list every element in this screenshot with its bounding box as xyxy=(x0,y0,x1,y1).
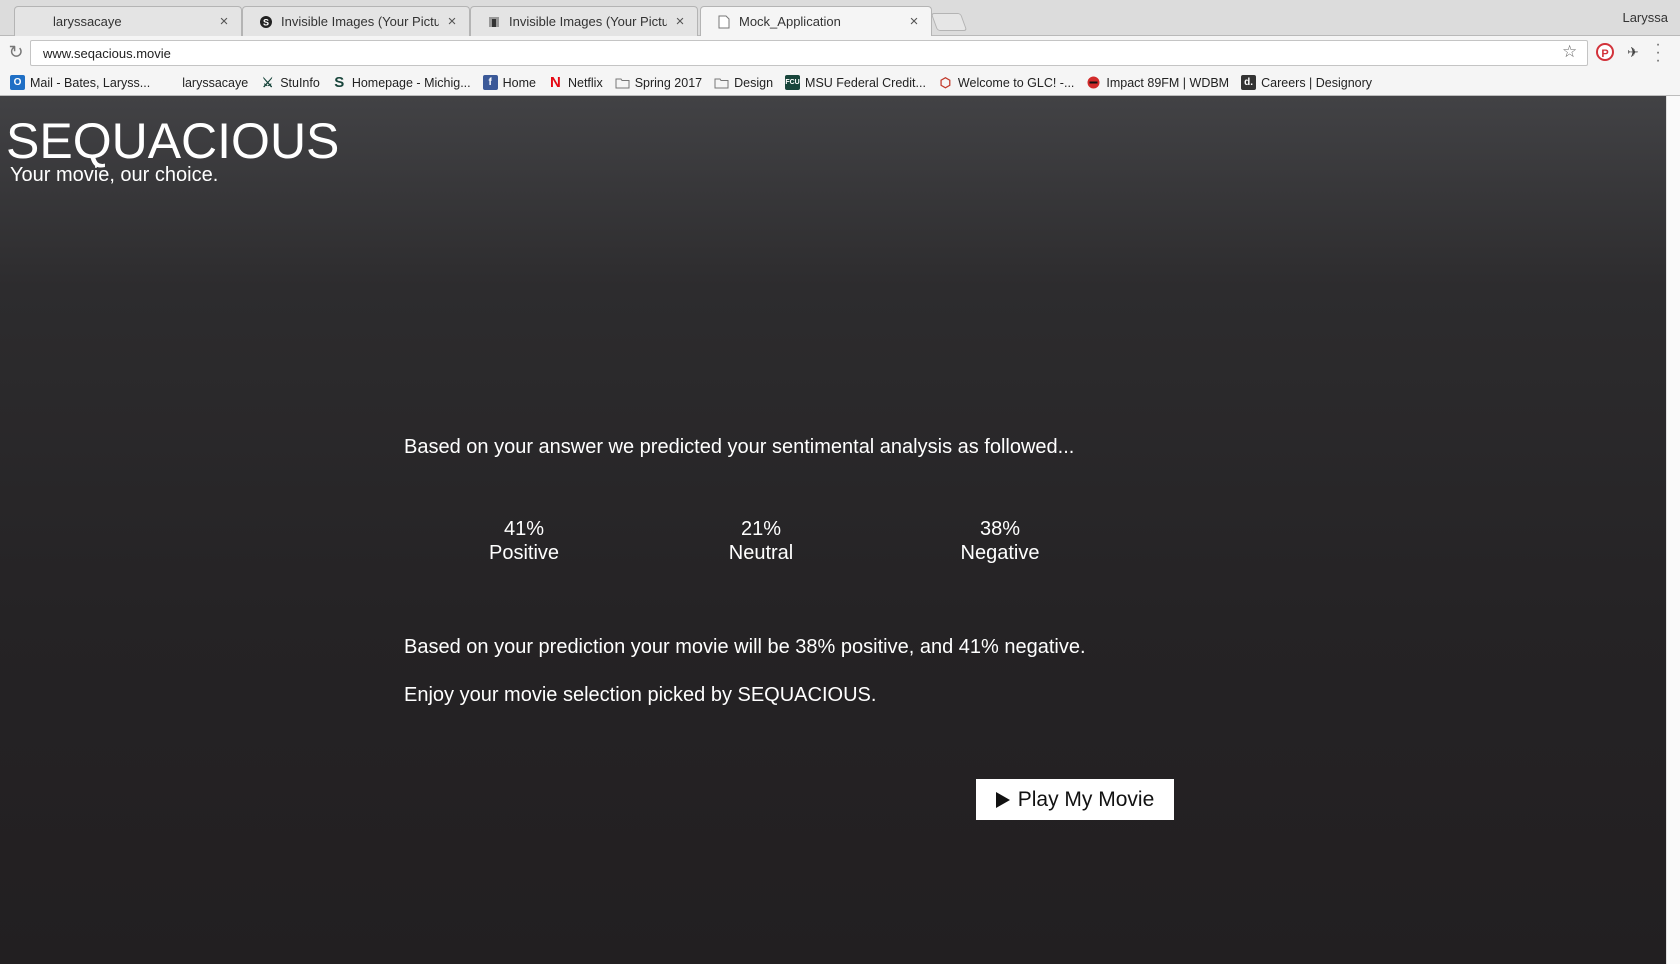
tab-title: laryssacaye xyxy=(53,14,122,29)
stat-neutral: 21% Neutral xyxy=(661,517,861,565)
bookmark-welcome-glc[interactable]: ⬡ Welcome to GLC! -... xyxy=(938,74,1075,90)
bookmark-design[interactable]: Design xyxy=(714,75,773,90)
stat-negative: 38% Negative xyxy=(900,517,1100,565)
statue-icon xyxy=(487,15,501,29)
bookmark-label: Spring 2017 xyxy=(634,75,703,90)
close-icon[interactable]: × xyxy=(217,13,231,30)
glc-icon: ⬡ xyxy=(939,74,952,90)
tab-invisible-images-2[interactable]: Invisible Images (Your Pictures × xyxy=(470,6,698,36)
bookmark-laryssacaye[interactable]: laryssacaye xyxy=(162,75,248,90)
scrollbar[interactable] xyxy=(1666,96,1680,964)
bookmark-homepage-michigan[interactable]: S Homepage - Michig... xyxy=(332,74,471,91)
new-tab-button[interactable] xyxy=(930,13,968,31)
bookmark-label: Homepage - Michig... xyxy=(351,75,471,90)
bookmark-label: MSU Federal Credit... xyxy=(805,75,926,90)
bookmark-impact-89fm[interactable]: Impact 89FM | WDBM xyxy=(1086,75,1229,90)
extension-icon[interactable]: ✈ xyxy=(1624,43,1642,61)
close-icon[interactable]: × xyxy=(907,13,921,30)
impact-icon xyxy=(1086,75,1101,90)
bookmark-mail[interactable]: O Mail - Bates, Laryss... xyxy=(10,75,150,90)
close-icon[interactable]: × xyxy=(445,13,459,30)
blank-icon xyxy=(31,15,45,29)
bookmarks-bar: O Mail - Bates, Laryss... laryssacaye ⚔ … xyxy=(0,70,1680,96)
menu-icon[interactable]: · · · xyxy=(1652,37,1664,69)
bookmark-label: laryssacaye xyxy=(182,75,249,90)
bookmark-label: Home xyxy=(502,75,536,90)
stat-label: Negative xyxy=(960,542,1040,564)
bookmark-star-icon[interactable]: ☆ xyxy=(1562,42,1577,62)
bookmark-label: Mail - Bates, Laryss... xyxy=(30,75,151,90)
document-icon xyxy=(717,15,731,29)
bookmark-label: Design xyxy=(734,75,774,90)
bookmark-label: Impact 89FM | WDBM xyxy=(1106,75,1230,90)
stat-label: Positive xyxy=(488,542,560,564)
bookmark-home[interactable]: f Home xyxy=(482,75,536,90)
bookmark-label: Careers | Designory xyxy=(1261,75,1373,90)
bookmark-netflix[interactable]: N Netflix xyxy=(548,74,603,91)
play-movie-button[interactable]: Play My Movie xyxy=(976,779,1174,820)
tab-title: Mock_Application xyxy=(739,14,841,29)
netflix-icon: N xyxy=(550,74,561,91)
tab-strip: laryssacaye × S Invisible Images (Your P… xyxy=(0,0,1680,36)
browser-toolbar: ↻ www.seqacious.movie ☆ P ✈ · · · xyxy=(0,36,1680,70)
stat-positive: 41% Positive xyxy=(424,517,624,565)
tab-invisible-images-1[interactable]: S Invisible Images (Your Pictures × xyxy=(242,6,470,36)
folder-icon xyxy=(615,75,630,90)
site-logo: SEQUACIOUS xyxy=(6,113,340,169)
bookmark-label: Welcome to GLC! -... xyxy=(957,75,1075,90)
sound-s-icon: S xyxy=(259,15,273,29)
stat-percent: 41% xyxy=(503,518,545,540)
prediction-result: Based on your prediction your movie will… xyxy=(404,636,1086,658)
site-tagline: Your movie, our choice. xyxy=(10,164,219,186)
pinterest-icon[interactable]: P xyxy=(1596,43,1614,61)
play-icon xyxy=(995,791,1010,808)
tab-laryssacaye[interactable]: laryssacaye × xyxy=(14,6,242,36)
page-content: SEQUACIOUS Your movie, our choice. Based… xyxy=(0,96,1666,964)
enjoy-message: Enjoy your movie selection picked by SEQ… xyxy=(404,684,877,706)
play-label: Play My Movie xyxy=(1017,787,1155,811)
outlook-icon: O xyxy=(10,75,25,90)
bookmark-stuinfo[interactable]: ⚔ StuInfo xyxy=(260,75,320,90)
designory-icon: d. xyxy=(1241,75,1257,90)
stat-percent: 21% xyxy=(740,518,782,540)
bookmark-label: StuInfo xyxy=(280,75,320,90)
tab-mock-application[interactable]: Mock_Application × xyxy=(700,6,932,36)
bookmark-msu-federal-credit[interactable]: FCU MSU Federal Credit... xyxy=(785,75,926,90)
folder-icon xyxy=(714,75,729,90)
s-logo-icon: S xyxy=(334,74,345,91)
close-icon[interactable]: × xyxy=(673,13,687,30)
stat-percent: 38% xyxy=(979,518,1021,540)
analysis-intro: Based on your answer we predicted your s… xyxy=(404,436,1075,458)
spartan-icon: ⚔ xyxy=(261,74,274,90)
facebook-icon: f xyxy=(482,75,498,90)
profile-name[interactable]: Laryssa xyxy=(1622,10,1668,25)
svg-text:S: S xyxy=(263,17,269,27)
reload-icon[interactable]: ↻ xyxy=(6,42,26,62)
bookmark-label: Netflix xyxy=(567,75,603,90)
bookmark-careers-designory[interactable]: d. Careers | Designory xyxy=(1241,75,1372,90)
address-bar[interactable]: www.seqacious.movie xyxy=(30,40,1588,66)
bookmark-spring-2017[interactable]: Spring 2017 xyxy=(615,75,702,90)
msufcu-icon: FCU xyxy=(785,75,801,90)
tab-title: Invisible Images (Your Pictures xyxy=(281,14,439,29)
stat-label: Neutral xyxy=(728,542,794,564)
blank-icon xyxy=(162,75,177,90)
tab-title: Invisible Images (Your Pictures xyxy=(509,14,667,29)
